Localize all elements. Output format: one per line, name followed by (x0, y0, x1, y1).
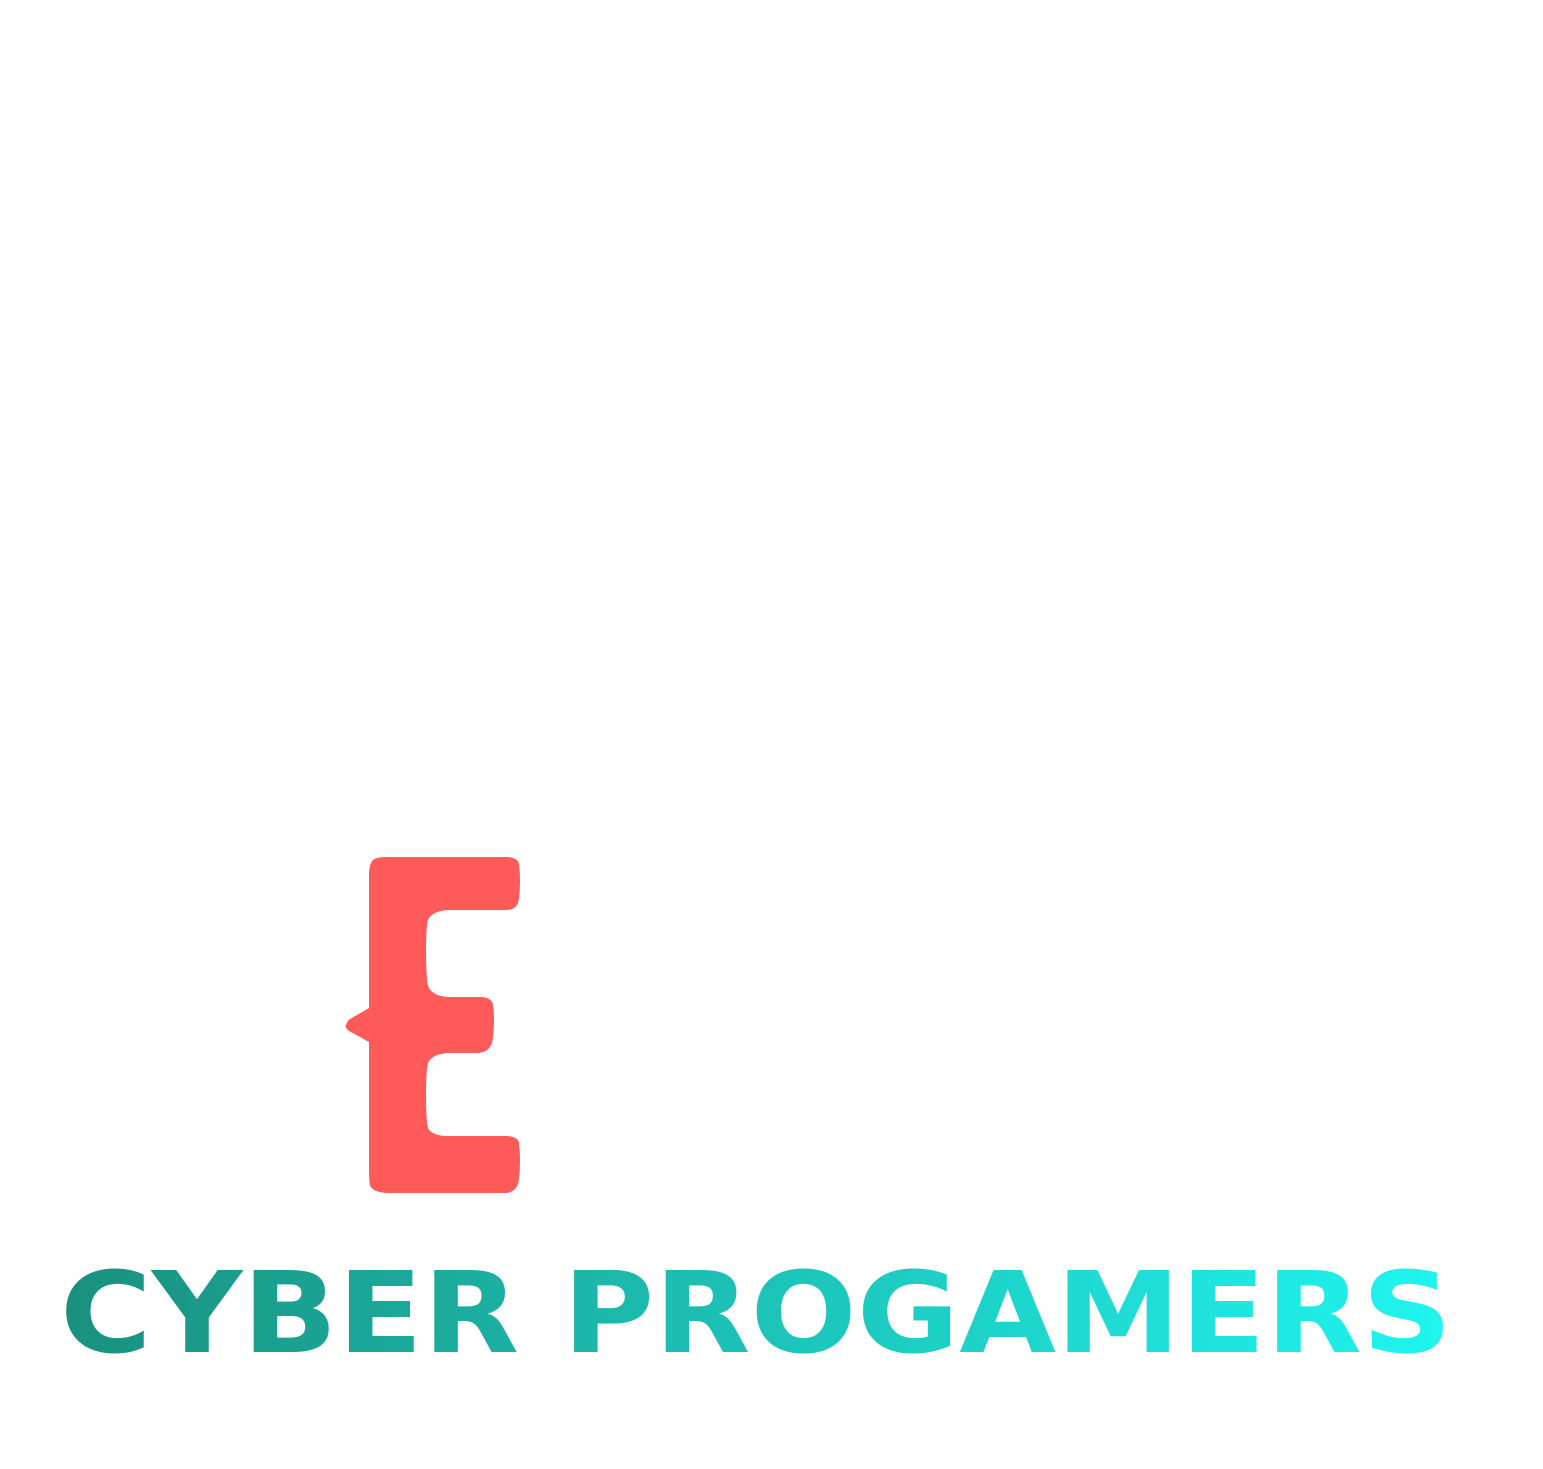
logo-canvas: CYBER PROGAMERS (0, 0, 1543, 1469)
logo-wordmark: CYBER PROGAMERS (60, 1262, 1452, 1362)
logo-emblem-e (345, 857, 520, 1193)
logo-tagline: CYBER PROGAMERS (60, 1262, 1452, 1362)
red-bracket-e-shape (345, 857, 520, 1193)
